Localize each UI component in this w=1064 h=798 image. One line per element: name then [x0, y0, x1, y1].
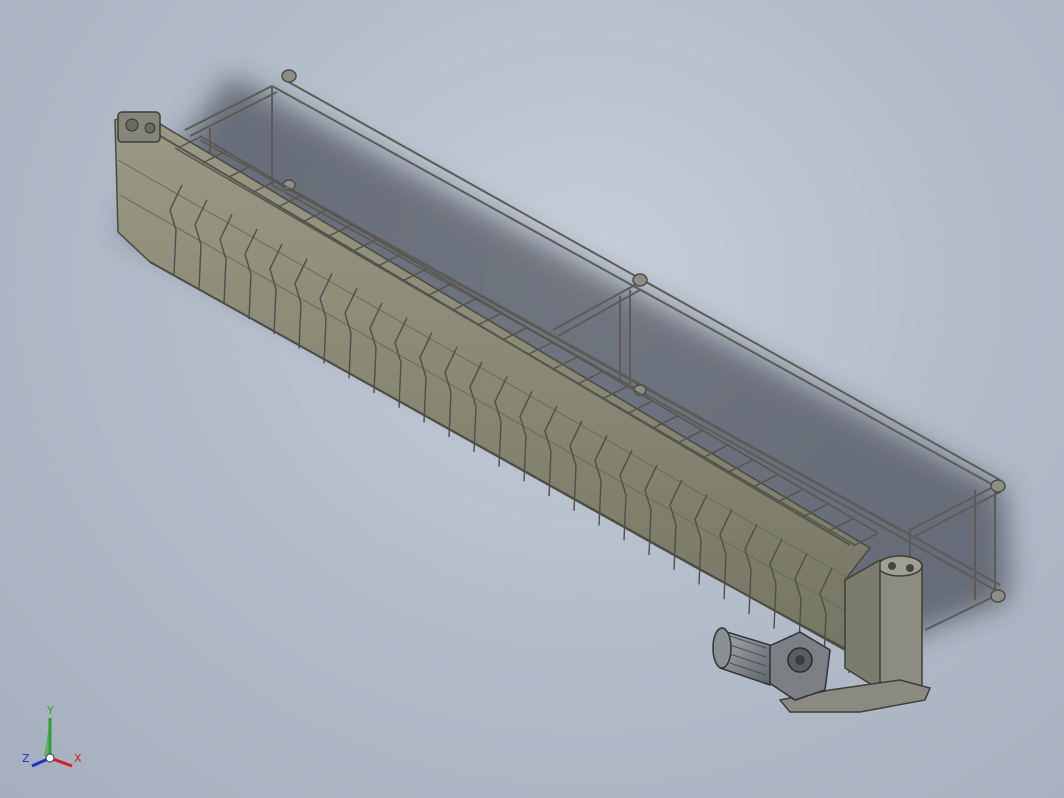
y-axis-label: Y	[46, 704, 54, 717]
drive-motor	[712, 627, 771, 687]
model-shadow	[120, 75, 1010, 640]
graphics-viewport[interactable]: Y X Z	[0, 0, 1064, 798]
coordinate-triad: Y X Z	[22, 704, 82, 768]
conveyor-3d-model[interactable]	[0, 0, 1064, 798]
tail-side-plate	[844, 558, 881, 692]
head-end-sprocket	[117, 111, 161, 143]
z-axis-label: Z	[22, 752, 30, 765]
x-axis-label: X	[74, 752, 82, 765]
tail-drum	[877, 555, 923, 691]
gearbox	[764, 631, 831, 701]
